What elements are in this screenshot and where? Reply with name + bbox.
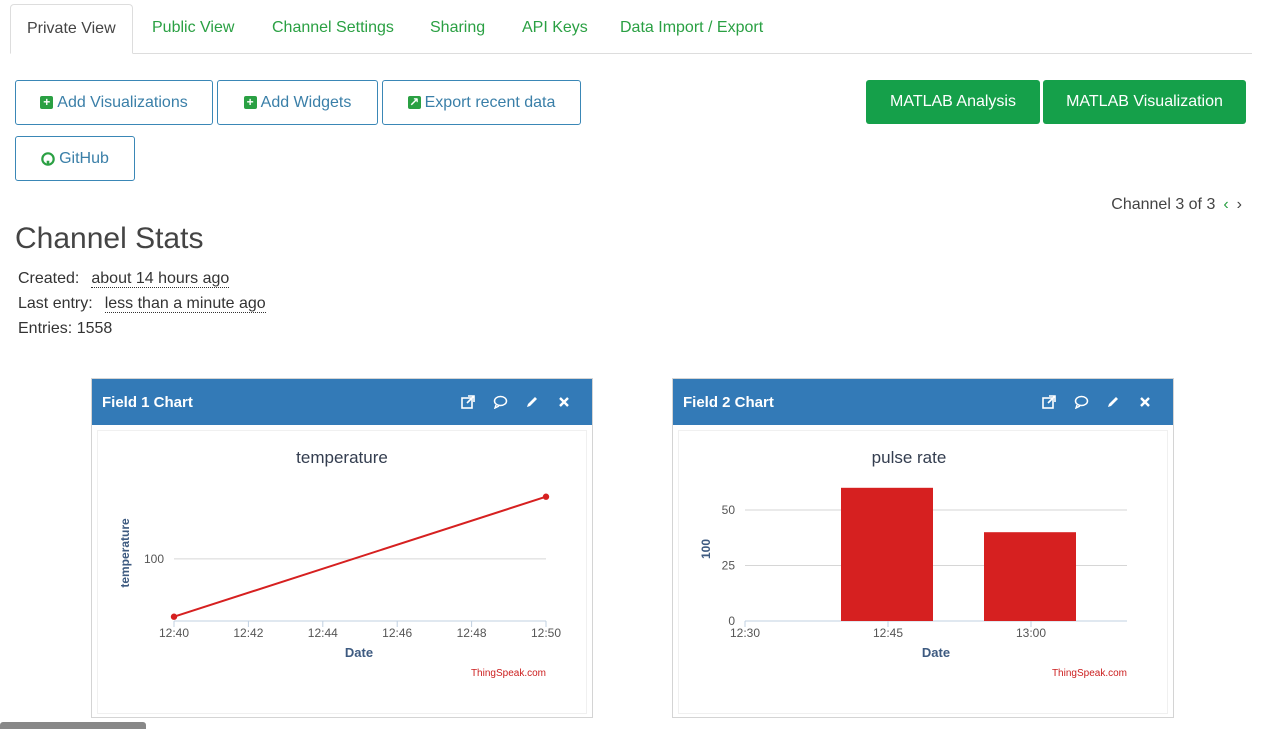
last-entry-value: less than a minute ago xyxy=(104,295,266,313)
x-tick-label: 12:44 xyxy=(308,626,338,640)
x-tick-label: 12:46 xyxy=(382,626,412,640)
panel-header: Field 2 Chart xyxy=(673,379,1173,425)
comment-icon[interactable] xyxy=(1073,394,1089,410)
add-widgets-label: Add Widgets xyxy=(260,93,352,111)
field-2-chart-panel: Field 2 Chart pulse rate 0 25 50 12:30 12:45 1… xyxy=(672,378,1174,718)
x-axis-label: Date xyxy=(922,645,950,660)
x-tick-label: 13:00 xyxy=(1016,626,1046,640)
data-point xyxy=(542,493,550,500)
tab-channel-settings[interactable]: Channel Settings xyxy=(256,4,410,54)
tab-data-import-export[interactable]: Data Import / Export xyxy=(604,4,779,54)
x-tick-label: 12:45 xyxy=(873,626,903,640)
data-point xyxy=(170,613,178,620)
pencil-icon[interactable] xyxy=(1105,394,1121,410)
horizontal-scrollbar[interactable] xyxy=(0,722,146,729)
x-tick-label: 12:50 xyxy=(531,626,561,640)
x-tick-label: 12:42 xyxy=(233,626,263,640)
panel-header: Field 1 Chart xyxy=(92,379,592,425)
close-icon[interactable] xyxy=(1137,394,1153,410)
tab-public-view[interactable]: Public View xyxy=(136,4,250,54)
series-line xyxy=(173,495,547,618)
channel-stats-title: Channel Stats xyxy=(15,222,204,255)
y-axis-label: 100 xyxy=(699,539,713,559)
open-external-icon[interactable] xyxy=(1041,394,1057,410)
export-recent-data-button[interactable]: ↗ Export recent data xyxy=(382,80,581,125)
x-tick-label: 12:48 xyxy=(457,626,487,640)
export-recent-data-label: Export recent data xyxy=(424,93,556,111)
github-button[interactable]: GitHub xyxy=(15,136,135,181)
y-axis-label: temperature xyxy=(118,518,132,588)
plus-icon: + xyxy=(40,96,54,109)
temperature-chart: temperature 100 12:40 12:42 12:44 12:46 12:48 1… xyxy=(118,448,561,679)
github-label: GitHub xyxy=(59,149,109,167)
chart-area: temperature 100 12:40 12:42 12:44 12:46 12:48 1… xyxy=(98,431,586,713)
created-row: Created: about 14 hours ago xyxy=(18,270,230,288)
tab-api-keys[interactable]: API Keys xyxy=(506,4,604,54)
created-value: about 14 hours ago xyxy=(91,270,230,288)
panel-title: Field 1 Chart xyxy=(102,393,193,411)
last-entry-label: Last entry: xyxy=(18,295,93,312)
field-1-chart-panel: Field 1 Chart temperature 100 12:40 12:42 12… xyxy=(91,378,593,718)
chart-area: pulse rate 0 25 50 12:30 12:45 13:00 Date 100 Thi… xyxy=(679,431,1167,713)
pulse-rate-chart: pulse rate0255012:30 12:45 13:00Date100Thi… xyxy=(699,448,1127,679)
bar xyxy=(841,487,933,621)
chart-title: pulse rate xyxy=(872,448,947,467)
matlab-visualization-button[interactable]: MATLAB Visualization xyxy=(1043,80,1246,124)
x-tick-label: 12:30 xyxy=(730,626,760,640)
matlab-analysis-button[interactable]: MATLAB Analysis xyxy=(866,80,1040,124)
pencil-icon[interactable] xyxy=(524,394,540,410)
y-tick-label: 100 xyxy=(144,552,164,566)
tab-bar: Private View Public View Channel Setting… xyxy=(10,4,1252,54)
credit-label: ThingSpeak.com xyxy=(471,668,546,679)
tab-sharing[interactable]: Sharing xyxy=(414,4,501,54)
credit-label: ThingSpeak.com xyxy=(1052,668,1127,679)
channel-pager-label: Channel 3 of 3 xyxy=(1111,196,1216,213)
last-entry-row: Last entry: less than a minute ago xyxy=(18,295,266,313)
add-widgets-button[interactable]: + Add Widgets xyxy=(217,80,378,125)
entries-row: Entries: 1558 xyxy=(18,320,113,337)
close-icon[interactable] xyxy=(556,394,572,410)
add-visualizations-button[interactable]: + Add Visualizations xyxy=(15,80,213,125)
github-icon xyxy=(41,151,55,166)
prev-channel-button[interactable]: ‹ xyxy=(1223,196,1228,214)
panel-title: Field 2 Chart xyxy=(683,393,774,411)
chart-title: temperature xyxy=(296,448,388,467)
y-tick-label: 50 xyxy=(722,503,736,517)
bar xyxy=(984,532,1076,621)
y-tick-label: 25 xyxy=(722,559,736,573)
created-label: Created: xyxy=(18,270,80,287)
next-channel-button[interactable]: › xyxy=(1237,196,1242,214)
comment-icon[interactable] xyxy=(492,394,508,410)
x-axis-label: Date xyxy=(345,645,373,660)
external-link-icon: ↗ xyxy=(407,95,421,109)
x-tick-label: 12:40 xyxy=(159,626,189,640)
plus-icon: + xyxy=(243,96,257,109)
channel-pager: Channel 3 of 3 ‹ › xyxy=(1111,196,1242,214)
open-external-icon[interactable] xyxy=(460,394,476,410)
add-visualizations-label: Add Visualizations xyxy=(57,93,188,111)
tab-private-view[interactable]: Private View xyxy=(10,4,133,54)
